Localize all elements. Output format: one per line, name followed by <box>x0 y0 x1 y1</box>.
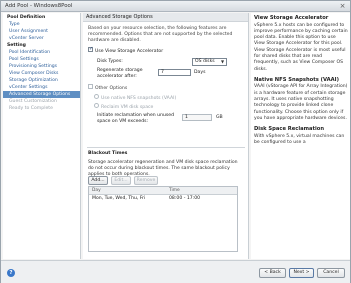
disk-types-row: Disk Types: OS disks ▼ <box>88 58 246 66</box>
nav-item-provisioning-settings[interactable]: Provisioning Settings <box>3 63 80 70</box>
wizard-footer: ? < Back Next > Cancel <box>1 260 350 283</box>
nav-item-pool-identification[interactable]: Pool Identification <box>3 49 80 56</box>
next-button[interactable]: Next > <box>289 268 314 278</box>
page-title: Advanced Storage Options <box>83 13 248 22</box>
help-title-vaai: Native NFS Snapshots (VAAI) <box>254 76 339 83</box>
help-body-reclamation: With vSphere 5.x, virtual machines can b… <box>254 133 345 145</box>
native-nfs-radio <box>94 94 99 99</box>
initiate-gb-input: 1 <box>182 114 212 121</box>
help-body-vaai: VAAI (vStorage API for Array Integration… <box>254 84 348 121</box>
blackout-title: Blackout Times <box>88 151 128 156</box>
nav-item-view-composer-disks[interactable]: View Composer Disks <box>3 70 80 77</box>
column-header-day: Day <box>92 188 101 193</box>
help-panel: View Storage Accelerator vSphere 5.x hos… <box>251 13 350 259</box>
nav-item-user-assignment[interactable]: User Assignment <box>3 28 80 35</box>
chevron-down-icon: ▼ <box>220 59 225 64</box>
nav-item-vcenter-settings[interactable]: vCenter Settings <box>3 84 80 91</box>
back-button[interactable]: < Back <box>259 268 286 278</box>
use-accelerator-checkbox[interactable] <box>88 46 93 53</box>
intro-text: Based on your resource selection, the fo… <box>88 26 233 43</box>
add-pool-window: Add Pool - Windows8Pool × Pool Definitio… <box>0 0 351 283</box>
reclaim-row: Reclaim VM disk space <box>88 103 246 111</box>
storage-options-form: Based on your resource selection, the fo… <box>88 26 246 126</box>
use-accelerator-row: Use View Storage Accelerator <box>88 46 246 55</box>
regenerate-days-input[interactable]: 7 <box>158 69 191 76</box>
nav-item-ready-to-complete: Ready to Complete <box>9 106 53 111</box>
reclaim-label: Reclaim VM disk space <box>101 105 154 110</box>
cancel-button[interactable]: Cancel <box>317 268 345 278</box>
regenerate-label: Regenerate storage accelerator after: <box>97 68 143 79</box>
use-accelerator-label: Use View Storage Accelerator <box>95 49 164 54</box>
nav-item-type[interactable]: Type <box>3 21 80 28</box>
wizard-nav: Pool Definition Type User Assignment vCe… <box>3 13 81 259</box>
table-header: Day Time <box>89 187 237 195</box>
window-title: Add Pool - Windows8Pool <box>5 3 73 9</box>
main-panel: Advanced Storage Options Based on your r… <box>83 13 249 259</box>
blackout-section: Blackout Times Storage accelerator regen… <box>88 151 244 178</box>
other-options-checkbox <box>88 84 93 89</box>
remove-blackout-button: Remove <box>134 176 158 185</box>
section-divider <box>87 147 245 148</box>
nav-item-pool-settings[interactable]: Pool Settings <box>3 56 80 63</box>
reclaim-radio <box>94 103 99 108</box>
initiate-label: Initiate reclamation when unused space o… <box>97 113 175 124</box>
help-icon[interactable]: ? <box>7 269 15 277</box>
table-row[interactable]: Mon, Tue, Wed, Thu, Fri 08:00 - 17:00 <box>89 195 237 203</box>
native-nfs-label: Use native NFS snapshots (VAAI) <box>101 96 177 101</box>
help-body-accelerator: vSphere 5.x hosts can be configured to i… <box>254 22 348 72</box>
disk-types-label: Disk Types: <box>97 59 123 64</box>
initiate-unit: GB <box>216 115 223 120</box>
nav-item-storage-optimization[interactable]: Storage Optimization <box>3 77 80 84</box>
help-title-reclamation: Disk Space Reclamation <box>254 126 325 133</box>
other-options-label: Other Options <box>95 86 128 91</box>
initiate-row: Initiate reclamation when unused space o… <box>88 113 246 126</box>
nav-item-advanced-storage-options[interactable]: Advanced Storage Options <box>3 91 80 98</box>
disk-types-value: OS disks <box>195 59 215 64</box>
help-title-accelerator: View Storage Accelerator <box>254 15 329 21</box>
disk-types-select[interactable]: OS disks ▼ <box>192 58 227 66</box>
cell-day: Mon, Tue, Wed, Thu, Fri <box>92 196 146 201</box>
edit-blackout-button: Edit... <box>111 176 131 185</box>
regenerate-unit: Days <box>194 70 206 75</box>
regenerate-row: Regenerate storage accelerator after: 7 … <box>88 68 246 82</box>
column-header-time: Time <box>169 188 180 193</box>
native-nfs-row: Use native NFS snapshots (VAAI) <box>88 94 246 102</box>
close-icon[interactable]: × <box>338 2 347 10</box>
nav-item-guest-customization: Guest Customization <box>9 99 57 104</box>
title-bar: Add Pool - Windows8Pool × <box>1 1 350 12</box>
add-blackout-button[interactable]: Add... <box>88 176 108 185</box>
blackout-table: Day Time Mon, Tue, Wed, Thu, Fri 08:00 -… <box>88 186 238 252</box>
nav-group-setting: Setting <box>7 43 26 48</box>
other-options-row: Other Options <box>88 84 246 92</box>
nav-group-pool-definition: Pool Definition <box>7 15 46 20</box>
cell-time: 08:00 - 17:00 <box>169 196 201 201</box>
nav-item-vcenter-server[interactable]: vCenter Server <box>3 35 80 42</box>
